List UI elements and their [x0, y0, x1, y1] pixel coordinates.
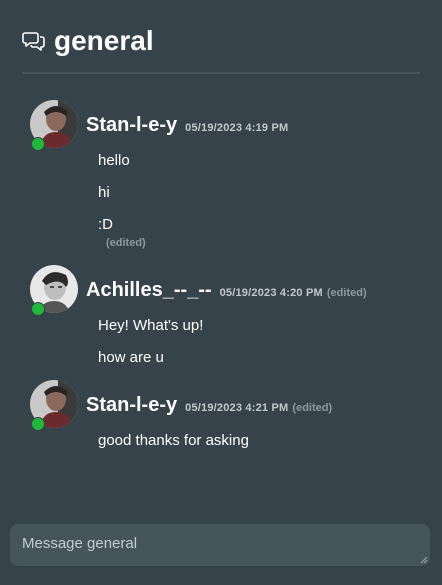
username[interactable]: Stan-l-e-y — [86, 114, 177, 137]
message-text: good thanks for asking — [98, 432, 249, 449]
channel-title: general — [54, 25, 154, 56]
message-text: how are u — [98, 349, 164, 366]
timestamp: 05/19/2023 4:19 PM — [185, 122, 289, 134]
edited-indicator: (edited) — [292, 402, 333, 414]
message-composer — [10, 524, 430, 566]
timestamp: 05/19/2023 4:20 PM — [219, 287, 323, 299]
online-status-indicator — [31, 302, 45, 316]
avatar-stan[interactable] — [30, 100, 78, 151]
online-status-indicator — [31, 417, 45, 431]
message-header: Stan-l-e-y 05/19/2023 4:21 PM (edited) — [86, 394, 332, 417]
channel-header: general — [22, 24, 420, 74]
username[interactable]: Stan-l-e-y — [86, 394, 177, 417]
message-text: :D — [98, 216, 113, 233]
message-text: hello — [98, 152, 130, 169]
message-header: Stan-l-e-y 05/19/2023 4:19 PM — [86, 114, 288, 137]
username[interactable]: Achilles_--_-- — [86, 279, 212, 302]
chat-bubbles-icon — [22, 24, 54, 58]
message-text: Hey! What's up! — [98, 317, 204, 334]
message-header: Achilles_--_-- 05/19/2023 4:20 PM (edite… — [86, 279, 367, 302]
online-status-indicator — [31, 137, 45, 151]
edited-indicator: (edited) — [106, 237, 146, 249]
timestamp: 05/19/2023 4:21 PM — [185, 402, 289, 414]
avatar-stan[interactable] — [30, 380, 78, 431]
message-text: hi — [98, 184, 110, 201]
avatar-achilles[interactable] — [30, 265, 78, 316]
edited-indicator: (edited) — [326, 287, 367, 299]
message-input[interactable] — [10, 524, 430, 566]
